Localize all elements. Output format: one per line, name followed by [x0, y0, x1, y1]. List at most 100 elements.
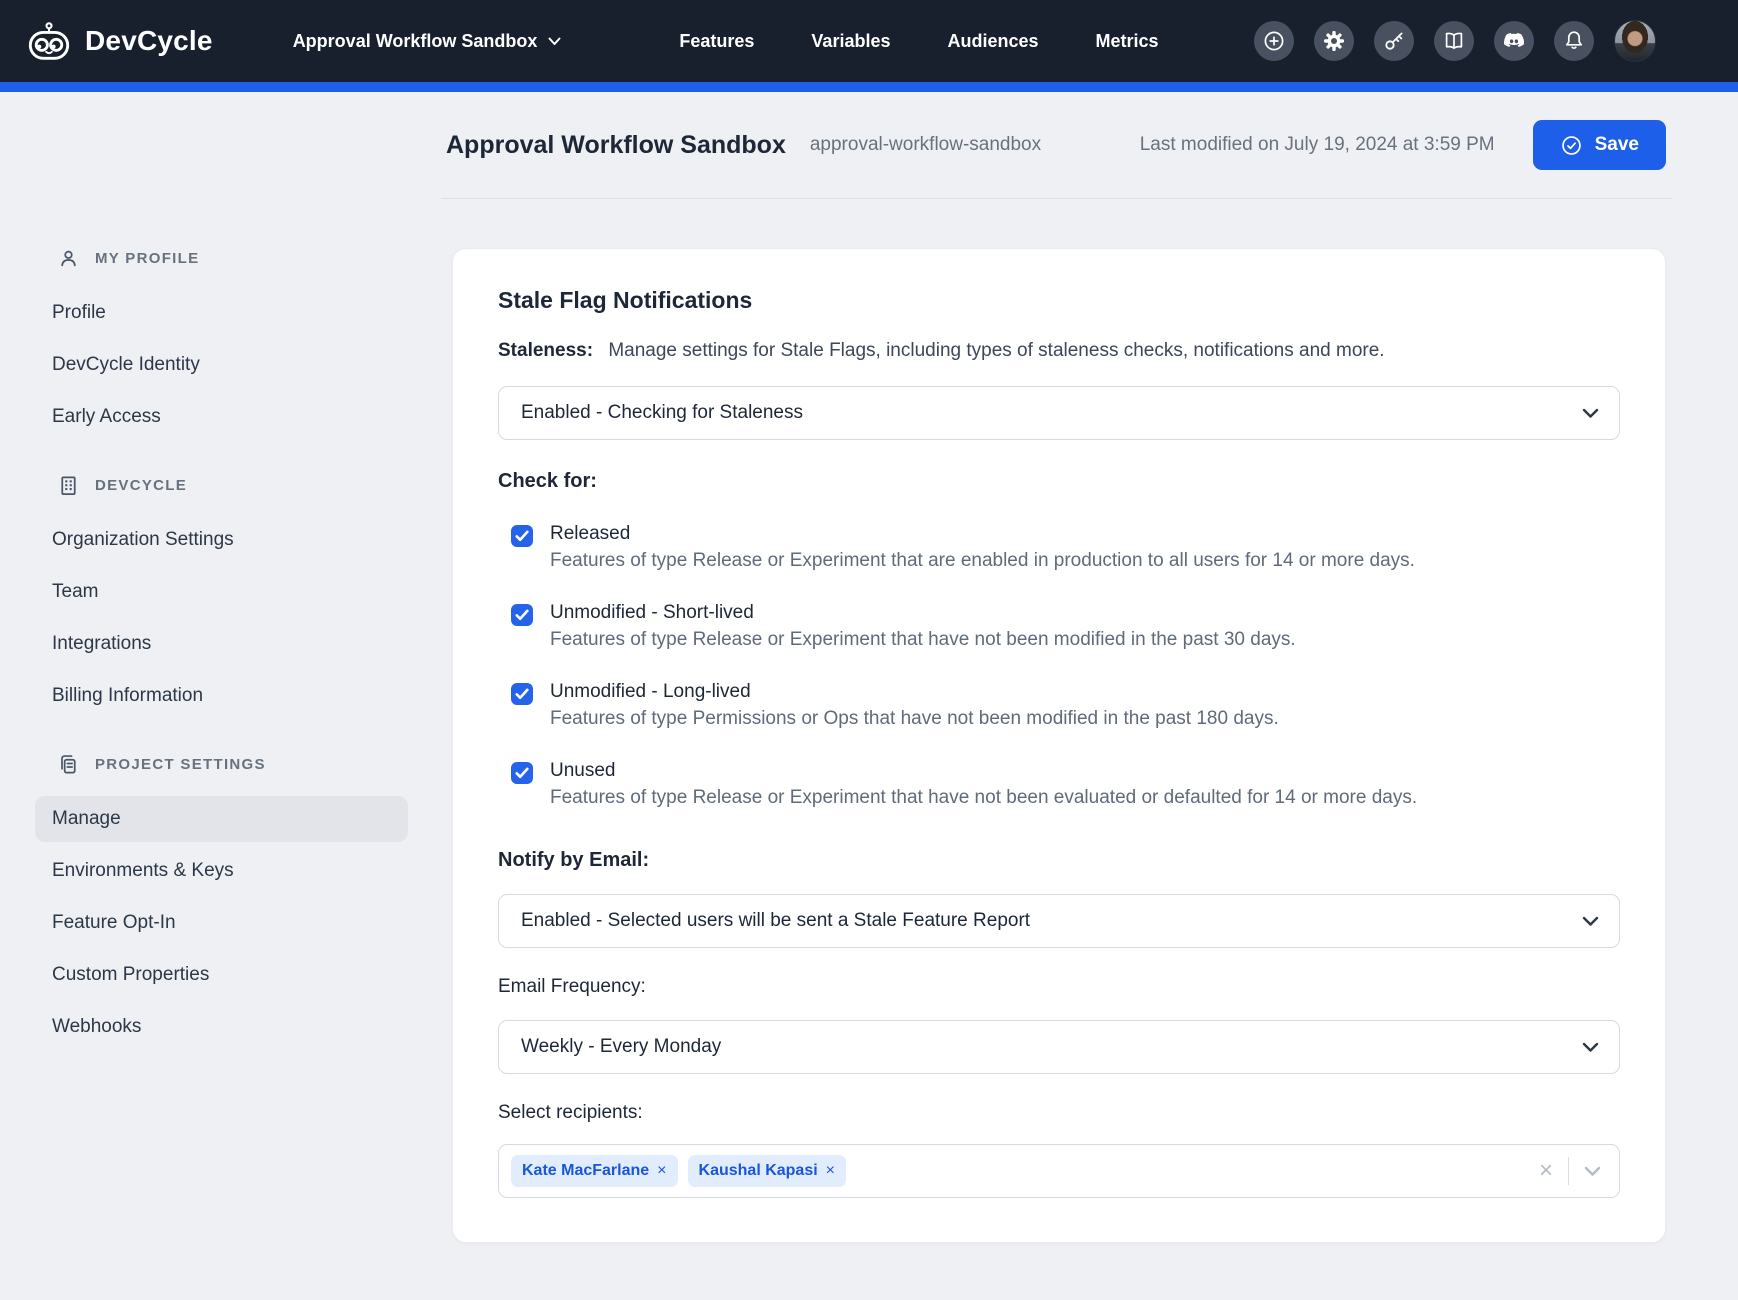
- docs-button[interactable]: [1434, 21, 1474, 61]
- sidebar-item[interactable]: DevCycle Identity: [35, 342, 408, 388]
- nav-link[interactable]: Audiences: [947, 31, 1038, 52]
- page-title: Approval Workflow Sandbox: [446, 131, 786, 160]
- sidebar-item[interactable]: Billing Information: [35, 673, 408, 719]
- pages-icon: [57, 753, 80, 776]
- email-frequency-label: Email Frequency:: [498, 976, 1620, 998]
- sidebar-item-label: Integrations: [52, 633, 151, 655]
- recipients-controls: ×: [1539, 1157, 1601, 1185]
- sidebar-section-header: DEVCYCLE: [35, 474, 441, 497]
- stale-flag-card: Stale Flag Notifications Staleness: Mana…: [452, 248, 1666, 1243]
- page-slug: approval-workflow-sandbox: [810, 134, 1041, 156]
- devcycle-robot-icon: [26, 21, 72, 62]
- nav-link[interactable]: Metrics: [1096, 31, 1159, 52]
- building-icon: [57, 474, 80, 497]
- top-navbar: DevCycle Approval Workflow Sandbox Featu…: [0, 0, 1738, 82]
- settings-button[interactable]: [1314, 21, 1354, 61]
- sidebar-items: Organization Settings Team Integrations …: [35, 517, 441, 719]
- sidebar-item-label: Custom Properties: [52, 964, 209, 986]
- select-recipients-label: Select recipients:: [498, 1102, 1620, 1124]
- sidebar-item-label: Billing Information: [52, 685, 203, 707]
- sidebar-item[interactable]: Organization Settings: [35, 517, 408, 563]
- settings-sidebar: MY PROFILE Profile DevCycle Identity: [0, 199, 441, 1300]
- remove-tag-icon[interactable]: ×: [826, 1163, 835, 1179]
- discord-icon: [1502, 29, 1526, 53]
- chevron-down-icon: [548, 37, 561, 46]
- discord-button[interactable]: [1494, 21, 1534, 61]
- check-description: Features of type Permissions or Ops that…: [550, 708, 1279, 730]
- brand-name: DevCycle: [85, 25, 213, 57]
- check-row: Released Features of type Release or Exp…: [498, 523, 1620, 572]
- clear-all-icon[interactable]: ×: [1539, 1159, 1553, 1183]
- check-circle-icon: [1560, 134, 1583, 157]
- nav-link[interactable]: Features: [679, 31, 754, 52]
- key-icon: [1382, 29, 1406, 53]
- recipient-name: Kate MacFarlane: [522, 1162, 649, 1180]
- sidebar-section-my-profile: MY PROFILE Profile DevCycle Identity: [35, 247, 441, 440]
- user-avatar[interactable]: [1614, 20, 1656, 62]
- bell-icon: [1562, 29, 1586, 53]
- devcycle-logo[interactable]: DevCycle: [26, 21, 213, 62]
- notifications-button[interactable]: [1554, 21, 1594, 61]
- checkmark-icon: [515, 530, 529, 542]
- staleness-description-line: Staleness: Manage settings for Stale Fla…: [498, 340, 1620, 362]
- sidebar-item-label: Webhooks: [52, 1016, 141, 1038]
- create-button[interactable]: [1254, 21, 1294, 61]
- sidebar-item[interactable]: Custom Properties: [35, 952, 408, 998]
- checkbox[interactable]: [511, 604, 533, 626]
- check-label: Released: [550, 523, 1415, 545]
- frequency-select[interactable]: Weekly - Every Monday: [498, 1020, 1620, 1074]
- checkmark-icon: [515, 688, 529, 700]
- sidebar-item[interactable]: Team: [35, 569, 408, 615]
- check-label: Unused: [550, 760, 1417, 782]
- sidebar-item[interactable]: Feature Opt-In: [35, 900, 408, 946]
- recipient-name: Kaushal Kapasi: [699, 1162, 818, 1180]
- nav-link[interactable]: Variables: [811, 31, 890, 52]
- api-keys-button[interactable]: [1374, 21, 1414, 61]
- plus-circle-icon: [1262, 29, 1286, 53]
- sidebar-section-project-settings: PROJECT SETTINGS Manage Environments & K…: [35, 753, 441, 1050]
- sidebar-section-header: PROJECT SETTINGS: [35, 753, 441, 776]
- checkbox[interactable]: [511, 683, 533, 705]
- sidebar-item-label: Team: [52, 581, 98, 603]
- checkmark-icon: [515, 767, 529, 779]
- staleness-select-value: Enabled - Checking for Staleness: [521, 402, 803, 424]
- notify-by-email-label: Notify by Email:: [498, 849, 1620, 872]
- accent-bar: [0, 82, 1738, 92]
- checkbox[interactable]: [511, 762, 533, 784]
- chevron-down-icon[interactable]: [1584, 1166, 1601, 1177]
- project-selector-label: Approval Workflow Sandbox: [293, 31, 538, 52]
- recipient-tag: Kaushal Kapasi ×: [688, 1155, 847, 1187]
- check-texts: Unused Features of type Release or Exper…: [550, 760, 1417, 809]
- check-label: Unmodified - Long-lived: [550, 681, 1279, 703]
- staleness-label: Staleness:: [498, 340, 593, 361]
- main-nav: Features Variables Audiences Metrics: [679, 31, 1158, 52]
- check-label: Unmodified - Short-lived: [550, 602, 1296, 624]
- remove-tag-icon[interactable]: ×: [657, 1163, 666, 1179]
- recipients-multiselect[interactable]: Kate MacFarlane × Kaushal Kapasi × ×: [498, 1144, 1620, 1198]
- check-row: Unused Features of type Release or Exper…: [498, 760, 1620, 809]
- notify-select[interactable]: Enabled - Selected users will be sent a …: [498, 894, 1620, 948]
- sidebar-item-label: Profile: [52, 302, 106, 324]
- sidebar-item[interactable]: Manage: [35, 796, 408, 842]
- sidebar-section-label: MY PROFILE: [95, 250, 199, 267]
- sidebar-item[interactable]: Profile: [35, 290, 408, 336]
- project-selector-dropdown[interactable]: Approval Workflow Sandbox: [293, 31, 562, 52]
- sidebar-item[interactable]: Webhooks: [35, 1004, 408, 1050]
- sidebar-item-label: Environments & Keys: [52, 860, 234, 882]
- sidebar-item[interactable]: Early Access: [35, 394, 408, 440]
- staleness-select[interactable]: Enabled - Checking for Staleness: [498, 386, 1620, 440]
- sidebar-item[interactable]: Integrations: [35, 621, 408, 667]
- checkmark-icon: [515, 609, 529, 621]
- save-button[interactable]: Save: [1533, 120, 1666, 170]
- check-list: Released Features of type Release or Exp…: [498, 523, 1620, 809]
- sidebar-item[interactable]: Environments & Keys: [35, 848, 408, 894]
- navbar-icon-group: [1254, 20, 1656, 62]
- notify-select-value: Enabled - Selected users will be sent a …: [521, 910, 1030, 932]
- chevron-down-icon: [1582, 916, 1599, 927]
- checkbox[interactable]: [511, 525, 533, 547]
- check-description: Features of type Release or Experiment t…: [550, 629, 1296, 651]
- page-header: Approval Workflow Sandbox approval-workf…: [0, 92, 1738, 198]
- user-icon: [57, 247, 80, 270]
- sidebar-items: Profile DevCycle Identity Early Access: [35, 290, 441, 440]
- sidebar-item-label: Manage: [52, 808, 121, 830]
